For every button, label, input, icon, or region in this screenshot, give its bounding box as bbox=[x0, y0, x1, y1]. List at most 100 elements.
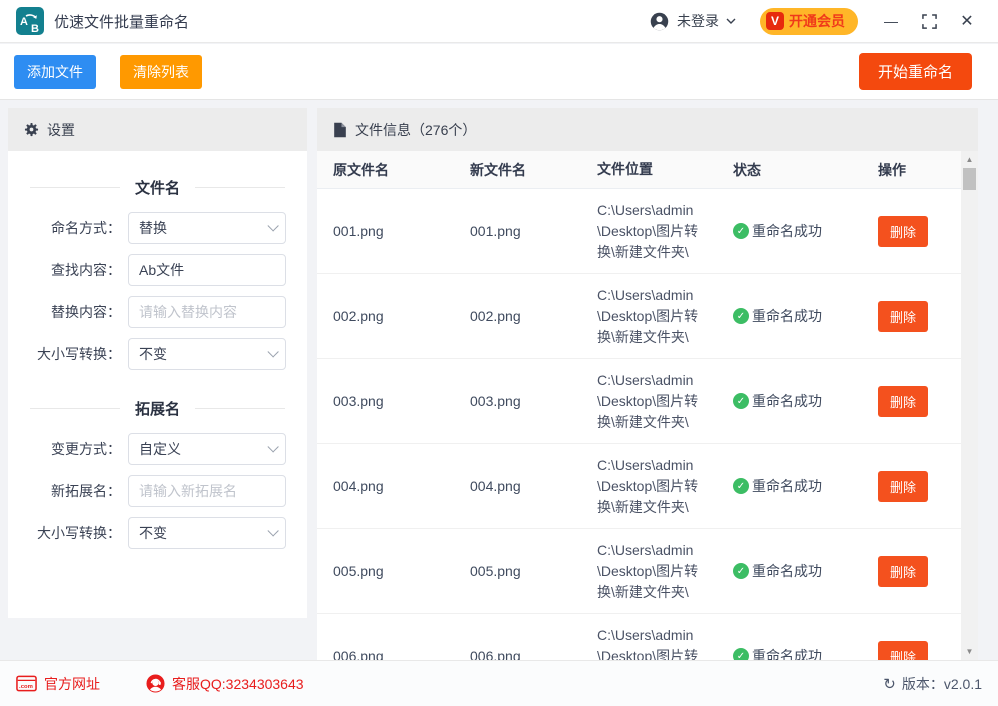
delete-button[interactable]: 删除 bbox=[878, 471, 928, 502]
new-filename: 002.png bbox=[470, 308, 597, 324]
settings-header-label: 设置 bbox=[47, 120, 75, 140]
maximize-button[interactable] bbox=[914, 6, 944, 36]
change-mode-value: 自定义 bbox=[139, 439, 181, 459]
extension-case-value: 不变 bbox=[139, 523, 167, 543]
action-cell: 删除 bbox=[878, 386, 961, 417]
app-logo-icon: A B bbox=[16, 7, 44, 35]
login-dropdown[interactable]: 未登录 bbox=[649, 11, 736, 32]
app-title: 优速文件批量重命名 bbox=[54, 11, 189, 32]
divider bbox=[195, 187, 285, 188]
change-mode-field: 变更方式： 自定义 bbox=[20, 433, 295, 465]
status-cell: ✓ 重命名成功 bbox=[733, 391, 878, 411]
old-filename: 003.png bbox=[333, 393, 470, 409]
replace-content-input[interactable] bbox=[128, 296, 286, 328]
website-com-icon: .com bbox=[16, 675, 37, 692]
delete-button[interactable]: 删除 bbox=[878, 301, 928, 332]
extension-case-select[interactable]: 不变 bbox=[128, 517, 286, 549]
add-files-button[interactable]: 添加文件 bbox=[14, 55, 96, 89]
toolbar: 添加文件 清除列表 开始重命名 bbox=[0, 44, 998, 100]
official-website-link[interactable]: .com 官方网址 bbox=[16, 674, 100, 694]
document-icon bbox=[333, 122, 347, 138]
file-path: C:\Users\admin\Desktop\图片转换\新建文件夹\ bbox=[597, 370, 707, 433]
new-extension-label: 新拓展名： bbox=[20, 481, 121, 501]
chevron-down-icon bbox=[267, 525, 278, 536]
settings-form: 文件名 命名方式： 替换 查找内容： 替换内容： 大小写转换： 不变 bbox=[8, 151, 307, 549]
login-status: 未登录 bbox=[677, 11, 719, 31]
table-row: 002.png 002.png C:\Users\admin\Desktop\图… bbox=[317, 274, 961, 359]
old-filename: 001.png bbox=[333, 223, 470, 239]
delete-button[interactable]: 删除 bbox=[878, 216, 928, 247]
minimize-button[interactable]: — bbox=[876, 6, 906, 36]
chevron-down-icon bbox=[267, 441, 278, 452]
new-filename: 004.png bbox=[470, 478, 597, 494]
delete-button[interactable]: 删除 bbox=[878, 641, 928, 661]
status-text: 重命名成功 bbox=[752, 391, 822, 411]
find-content-label: 查找内容： bbox=[20, 260, 121, 280]
official-website-label: 官方网址 bbox=[44, 674, 100, 694]
action-cell: 删除 bbox=[878, 556, 961, 587]
filename-case-select[interactable]: 不变 bbox=[128, 338, 286, 370]
status-text: 重命名成功 bbox=[752, 646, 822, 660]
scroll-down-icon[interactable]: ▼ bbox=[961, 643, 978, 660]
user-icon bbox=[649, 11, 670, 32]
naming-mode-select[interactable]: 替换 bbox=[128, 212, 286, 244]
find-content-input[interactable] bbox=[128, 254, 286, 286]
new-filename: 005.png bbox=[470, 563, 597, 579]
clear-list-button[interactable]: 清除列表 bbox=[120, 55, 202, 89]
column-path: 文件位置 bbox=[597, 159, 707, 180]
filename-section-label: 文件名 bbox=[135, 177, 180, 198]
status-cell: ✓ 重命名成功 bbox=[733, 561, 878, 581]
file-path: C:\Users\admin\Desktop\图片转换\新建文件夹\ bbox=[597, 540, 707, 603]
column-new-name: 新文件名 bbox=[470, 160, 597, 180]
svg-text:.com: .com bbox=[19, 684, 33, 690]
maximize-icon bbox=[922, 14, 937, 29]
chevron-down-icon bbox=[267, 220, 278, 231]
filename-case-field: 大小写转换： 不变 bbox=[20, 338, 295, 370]
settings-panel: 设置 文件名 命名方式： 替换 查找内容： 替换内容： 大小写转换： bbox=[8, 108, 307, 618]
divider bbox=[30, 187, 120, 188]
refresh-icon[interactable]: ↻ bbox=[883, 675, 896, 693]
close-button[interactable]: ✕ bbox=[952, 6, 982, 36]
old-filename: 006.png bbox=[333, 648, 470, 660]
file-path: C:\Users\admin\Desktop\图片转换\新建文件夹\ bbox=[597, 625, 707, 661]
close-icon: ✕ bbox=[960, 11, 973, 31]
new-filename: 001.png bbox=[470, 223, 597, 239]
minimize-icon: — bbox=[884, 13, 898, 29]
filename-section-title: 文件名 bbox=[30, 177, 285, 198]
scrollbar-thumb[interactable] bbox=[963, 168, 976, 190]
version-info: ↻ 版本：v2.0.1 bbox=[883, 674, 982, 694]
action-cell: 删除 bbox=[878, 301, 961, 332]
success-check-icon: ✓ bbox=[733, 393, 749, 409]
success-check-icon: ✓ bbox=[733, 223, 749, 239]
action-cell: 删除 bbox=[878, 471, 961, 502]
file-path: C:\Users\admin\Desktop\图片转换\新建文件夹\ bbox=[597, 455, 707, 518]
success-check-icon: ✓ bbox=[733, 308, 749, 324]
svg-text:A: A bbox=[20, 16, 28, 28]
status-text: 重命名成功 bbox=[752, 561, 822, 581]
open-vip-button[interactable]: V 开通会员 bbox=[760, 8, 858, 35]
footer: .com 官方网址 客服QQ:3234303643 ↻ 版本：v2.0.1 bbox=[0, 660, 998, 706]
column-status: 状态 bbox=[733, 160, 878, 180]
table-row: 005.png 005.png C:\Users\admin\Desktop\图… bbox=[317, 529, 961, 614]
old-filename: 004.png bbox=[333, 478, 470, 494]
file-panel-title: 文件信息（276个） bbox=[355, 120, 476, 140]
chevron-down-icon bbox=[726, 18, 736, 25]
vip-badge-icon: V bbox=[766, 12, 784, 30]
table-row: 006.png 006.png C:\Users\admin\Desktop\图… bbox=[317, 614, 961, 660]
scroll-up-icon[interactable]: ▲ bbox=[961, 151, 978, 168]
delete-button[interactable]: 删除 bbox=[878, 386, 928, 417]
column-old-name: 原文件名 bbox=[333, 160, 470, 180]
table-header: 原文件名 新文件名 文件位置 状态 操作 bbox=[317, 151, 978, 189]
gear-icon bbox=[24, 122, 39, 137]
new-extension-input[interactable] bbox=[128, 475, 286, 507]
support-qq-link[interactable]: 客服QQ:3234303643 bbox=[146, 674, 304, 694]
table-scrollbar[interactable]: ▲ ▼ bbox=[961, 151, 978, 660]
change-mode-select[interactable]: 自定义 bbox=[128, 433, 286, 465]
start-rename-button[interactable]: 开始重命名 bbox=[859, 53, 972, 90]
delete-button[interactable]: 删除 bbox=[878, 556, 928, 587]
success-check-icon: ✓ bbox=[733, 478, 749, 494]
replace-content-label: 替换内容： bbox=[20, 302, 121, 322]
titlebar: A B 优速文件批量重命名 未登录 V 开通会员 — bbox=[0, 0, 998, 43]
naming-mode-value: 替换 bbox=[139, 218, 167, 238]
settings-panel-header: 设置 bbox=[8, 108, 307, 151]
